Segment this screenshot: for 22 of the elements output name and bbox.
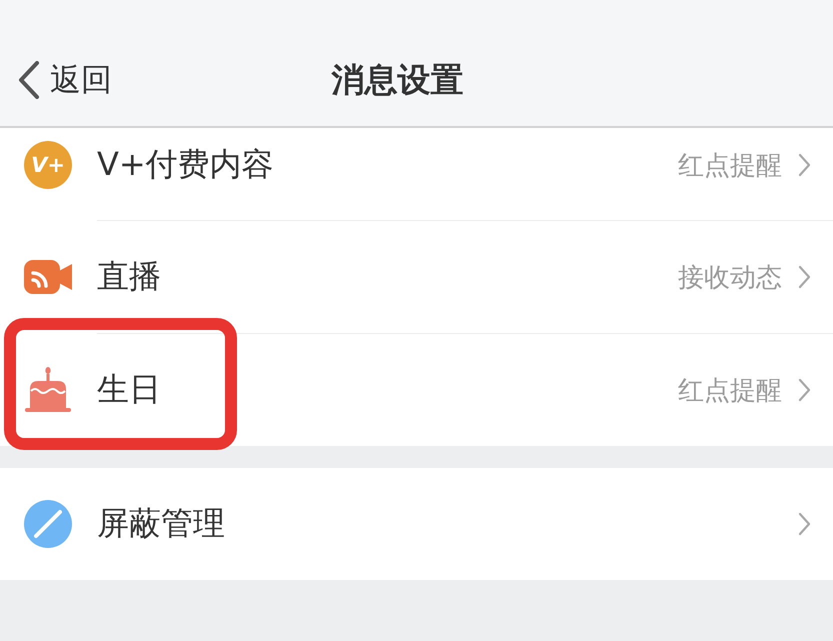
- cake-icon: [24, 367, 72, 413]
- blocked-circle-icon: [24, 500, 72, 548]
- row-label: V+付费内容: [97, 144, 274, 185]
- row-label: 生日: [97, 369, 161, 410]
- row-label: 屏蔽管理: [97, 503, 225, 544]
- back-chevron-icon: [18, 61, 40, 99]
- settings-row[interactable]: 直播 接收动态: [0, 221, 833, 333]
- v-plus-icon: V+: [24, 141, 72, 189]
- row-value: 接收动态: [678, 262, 782, 294]
- settings-row[interactable]: 生日 红点提醒: [0, 334, 833, 446]
- chevron-right-icon: [798, 153, 811, 177]
- page-title: 消息设置: [332, 58, 464, 100]
- row-value: 红点提醒: [678, 374, 782, 408]
- chevron-right-icon: [798, 265, 811, 289]
- back-button[interactable]: 返回: [18, 59, 112, 101]
- settings-row[interactable]: 屏蔽管理: [0, 468, 833, 580]
- chevron-right-icon: [798, 512, 811, 536]
- row-label: 直播: [97, 256, 161, 297]
- row-value: 红点提醒: [678, 150, 782, 182]
- settings-row[interactable]: V+ V+付费内容 红点提醒: [0, 128, 833, 220]
- chevron-right-icon: [798, 378, 811, 402]
- video-camera-icon: [24, 260, 72, 294]
